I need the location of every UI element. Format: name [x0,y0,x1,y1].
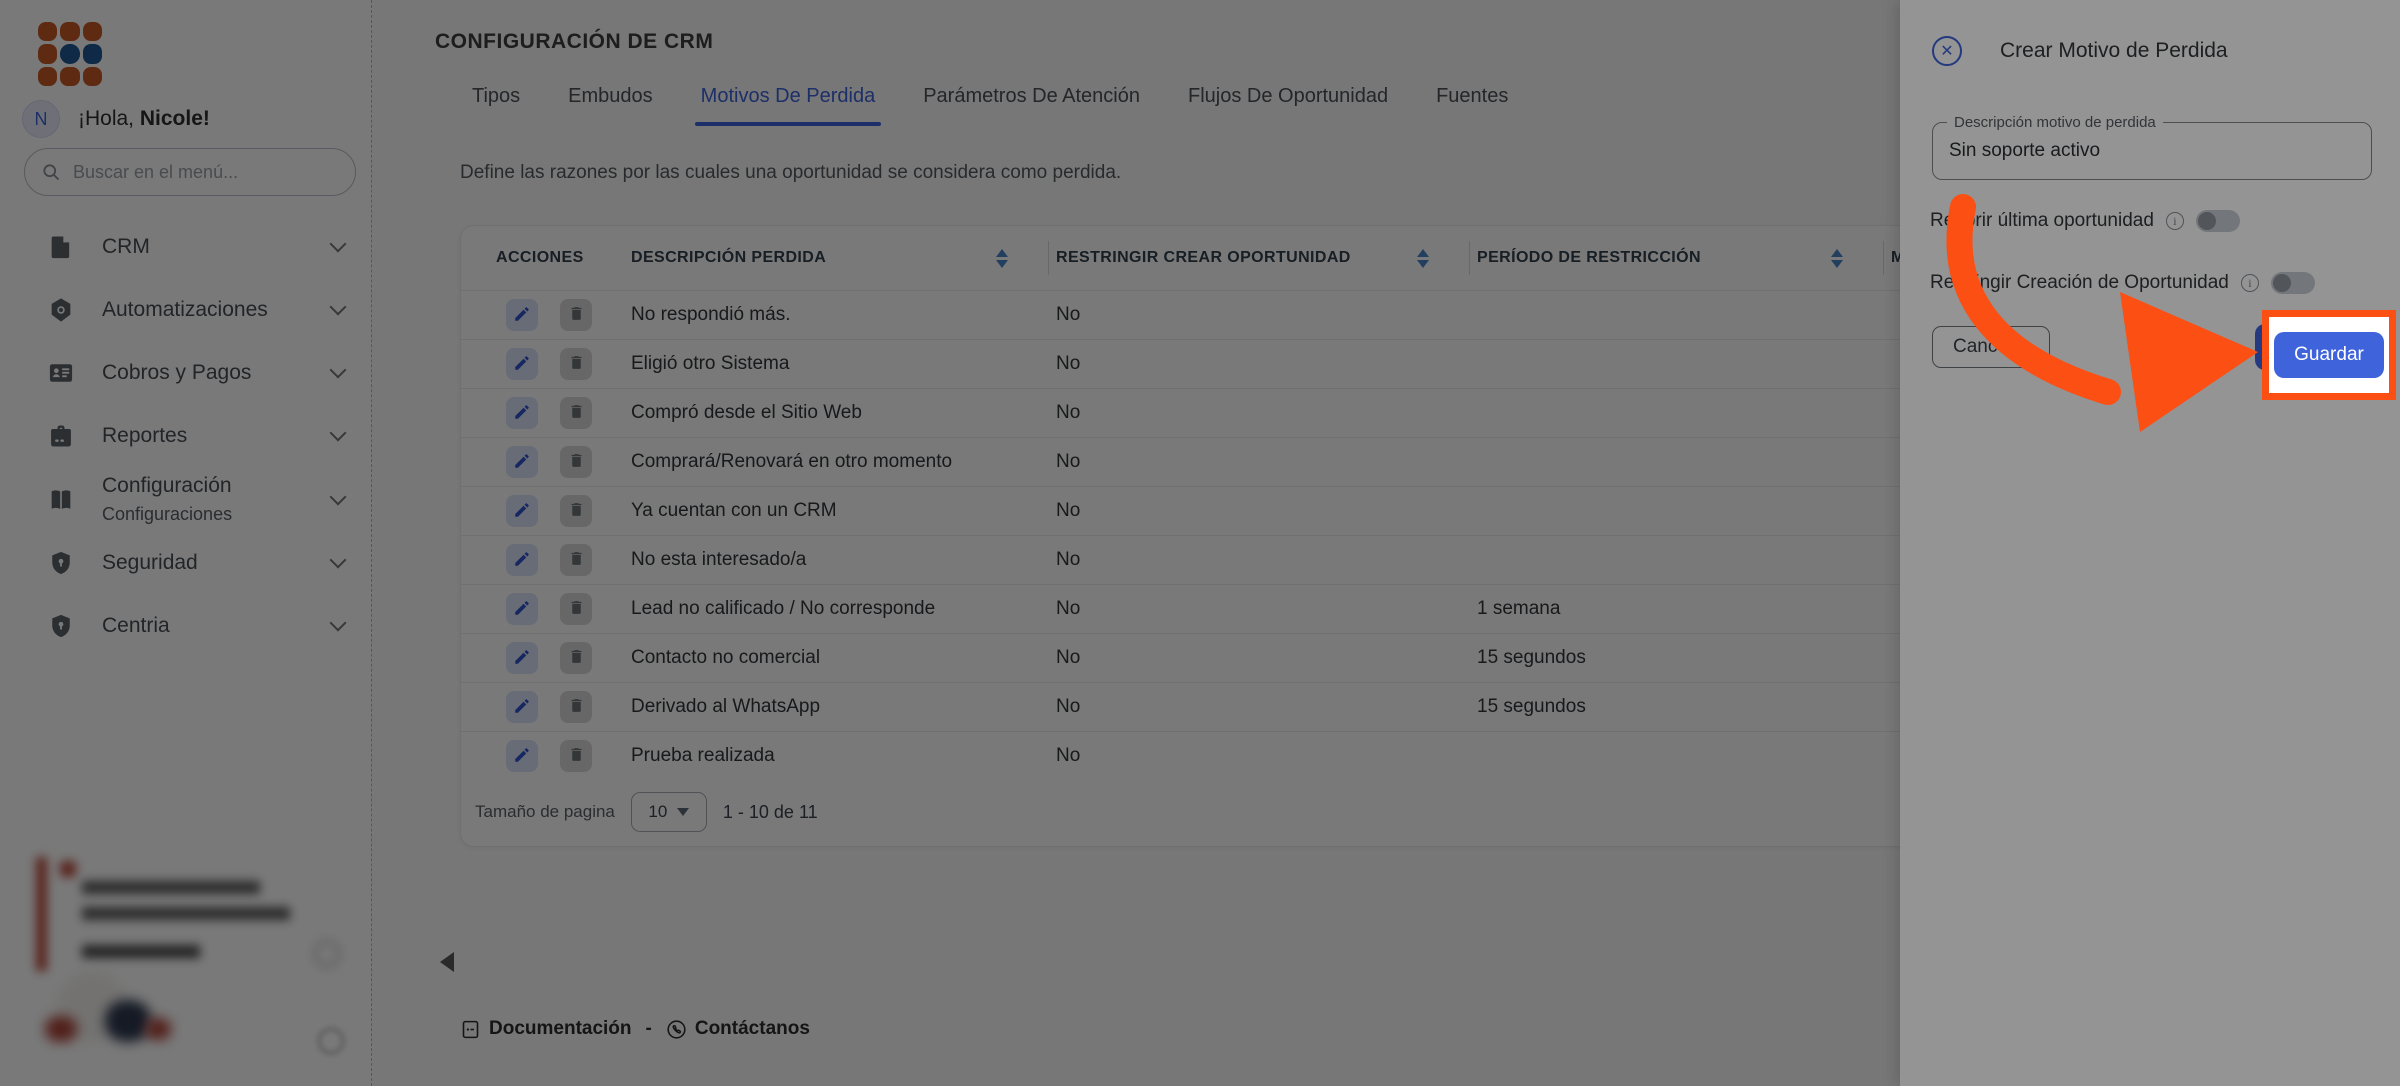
restrict-toggle[interactable] [2271,272,2315,294]
info-icon[interactable]: i [2166,212,2184,230]
description-field-label: Descripción motivo de perdida [1947,114,2163,131]
info-icon[interactable]: i [2241,274,2259,292]
drawer-title: Crear Motivo de Perdida [2000,39,2228,63]
reopen-toggle-label: Reabrir última oportunidad [1930,210,2154,232]
annotation-highlight: Guardar [2262,310,2396,400]
app-root: N ¡Hola, Nicole! CRMAutomatizacionesCobr… [0,0,2400,1086]
save-button[interactable]: Guardar [2274,332,2384,378]
restrict-toggle-label: Restringir Creación de Oportunidad [1930,272,2229,294]
description-field: Descripción motivo de perdida [1932,122,2372,180]
reopen-toggle[interactable] [2196,210,2240,232]
cancel-button[interactable]: Cancelar [1932,326,2050,368]
close-icon[interactable]: ✕ [1932,36,1962,66]
create-loss-reason-drawer: ✕ Crear Motivo de Perdida Descripción mo… [1900,0,2400,1086]
description-input[interactable] [1933,123,2371,179]
